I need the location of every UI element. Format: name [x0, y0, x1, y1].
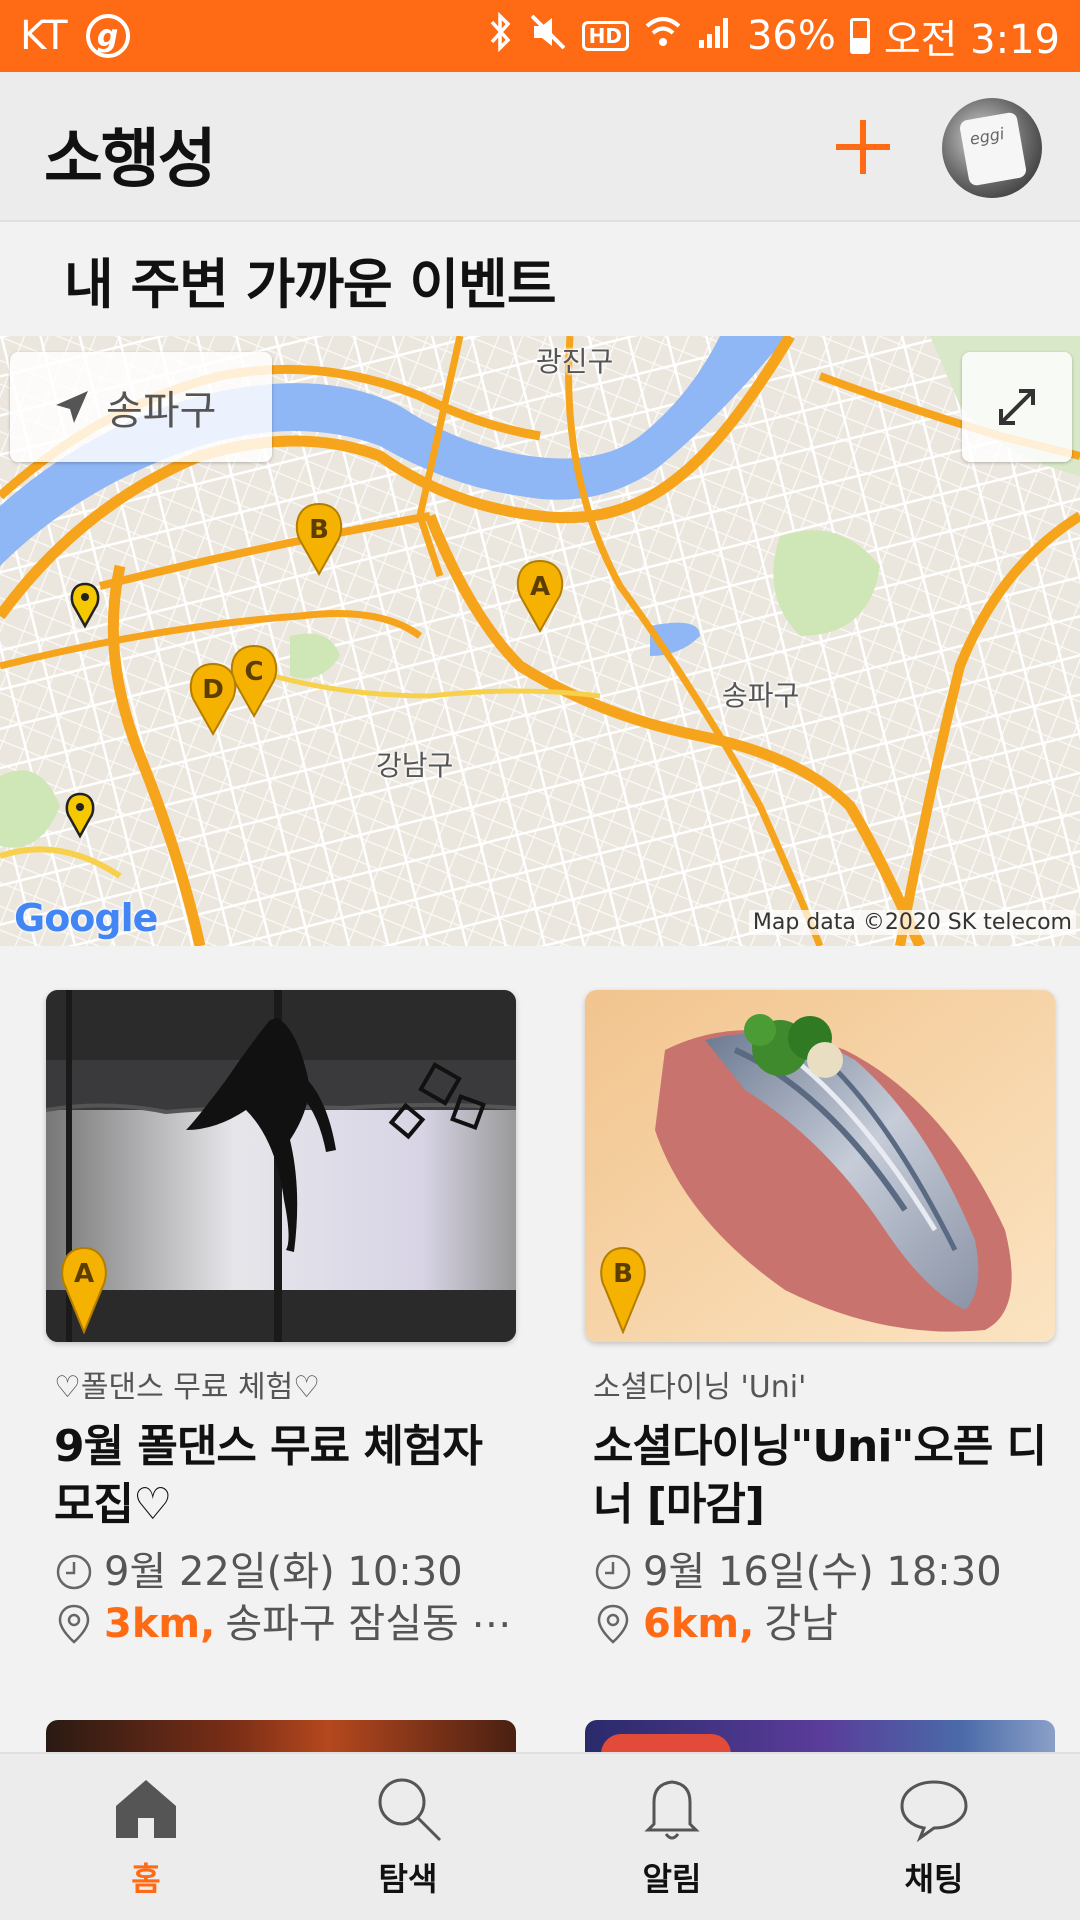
add-event-button[interactable] [828, 112, 898, 182]
event-location-row: 6km, 강남 [593, 1598, 1055, 1650]
nav-label-notifications: 알림 [642, 1860, 702, 1898]
svg-text:A: A [74, 1259, 94, 1289]
map-label-gwangjin: 광진구 [536, 345, 614, 378]
avatar-photo [958, 111, 1028, 187]
profile-avatar[interactable] [942, 98, 1042, 198]
status-left: KT g [20, 13, 130, 59]
event-location: 강남 [764, 1601, 838, 1647]
event-datetime: 9월 16일(수) 18:30 [643, 1549, 1002, 1595]
event-title: 9월 폴댄스 무료 체험자 모집♡ [54, 1421, 483, 1530]
event-distance: 3km, [104, 1601, 216, 1647]
home-icon [116, 1780, 176, 1838]
location-pin-icon [597, 1604, 629, 1644]
mute-icon [528, 12, 568, 61]
event-distance: 6km, [643, 1601, 755, 1647]
event-category: 소셜다이닝 'Uni' [593, 1370, 807, 1405]
nav-tab-explore[interactable]: 탐색 [308, 1772, 508, 1920]
navigation-arrow-icon [56, 391, 88, 423]
card-marker-a: A [61, 1246, 107, 1334]
event-category: ♡폴댄스 무료 체험♡ [54, 1370, 321, 1405]
event-card[interactable]: A ♡폴댄스 무료 체험♡ 9월 폴댄스 무료 체험자 모집♡ 9월 22일(화… [46, 990, 516, 1650]
nav-label-explore: 탐색 [378, 1860, 438, 1898]
svg-text:A: A [530, 572, 550, 602]
nearby-events-map[interactable]: A B C D 광진구 송파구 강남구 송파구 Google Map data … [0, 336, 1080, 946]
event-card[interactable]: B 소셜다이닝 'Uni' 소셜다이닝"Uni"오픈 디너 [마감] 9월 16… [585, 990, 1055, 1650]
hd-voice-badge: HD [581, 21, 629, 51]
search-icon [378, 1778, 442, 1842]
svg-text:D: D [202, 675, 224, 705]
status-right: HD 36% 오전 3:19 [486, 7, 1060, 65]
nav-tab-home[interactable]: 홈 [46, 1772, 246, 1920]
map-label-gangnam: 강남구 [376, 749, 454, 782]
event-image-sushi: B [585, 990, 1055, 1342]
nav-label-home: 홈 [131, 1860, 161, 1898]
map-expand-button[interactable] [962, 352, 1072, 462]
map-location-label: 송파구 [106, 388, 217, 434]
app-title: 소행성 [44, 123, 217, 197]
clock-icon [595, 1554, 631, 1590]
event-datetime-row: 9월 22일(화) 10:30 [54, 1546, 516, 1598]
bluetooth-icon [486, 11, 514, 61]
carrier-app-icon: g [85, 14, 130, 58]
bottom-navigation: 홈 탐색 알림 채팅 [0, 1752, 1080, 1920]
event-photo [585, 990, 1055, 1342]
svg-text:B: B [309, 515, 329, 545]
event-location: 송파구 잠실동 ⋯ [225, 1601, 512, 1647]
app-bar: 소행성 [0, 72, 1080, 222]
nav-tab-chat[interactable]: 채팅 [834, 1772, 1034, 1920]
signal-icon [697, 14, 733, 59]
clock: 오전 3:19 [883, 17, 1060, 63]
carrier-label: KT [20, 13, 68, 59]
event-location-row: 3km, 송파구 잠실동 ⋯ [54, 1598, 516, 1650]
battery-icon [849, 18, 870, 54]
event-image-pole-dance: A [46, 990, 516, 1342]
google-logo: Google [14, 896, 158, 940]
status-bar: KT g HD 36% 오전 3:19 [0, 0, 1080, 72]
event-title: 소셜다이닝"Uni"오픈 디너 [마감] [593, 1421, 1047, 1530]
svg-text:B: B [613, 1259, 633, 1289]
map-location-button[interactable]: 송파구 [10, 352, 272, 462]
clock-icon [56, 1554, 92, 1590]
map-label-songpa: 송파구 [722, 679, 800, 712]
card-marker-b: B [600, 1246, 646, 1334]
chat-bubble-icon [900, 1780, 968, 1843]
location-pin-icon [58, 1604, 90, 1644]
battery-percent: 36% [746, 13, 836, 59]
event-datetime-row: 9월 16일(수) 18:30 [593, 1546, 1055, 1598]
event-datetime: 9월 22일(화) 10:30 [104, 1549, 463, 1595]
svg-text:C: C [244, 657, 263, 687]
map-attribution: Map data ©2020 SK telecom [748, 910, 1076, 935]
section-title: 내 주변 가까운 이벤트 [64, 253, 557, 316]
expand-icon [999, 389, 1035, 425]
wifi-icon [643, 14, 683, 59]
nav-tab-notifications[interactable]: 알림 [572, 1772, 772, 1920]
nav-label-chat: 채팅 [904, 1860, 964, 1898]
event-photo [46, 990, 516, 1342]
bell-icon [644, 1780, 700, 1840]
